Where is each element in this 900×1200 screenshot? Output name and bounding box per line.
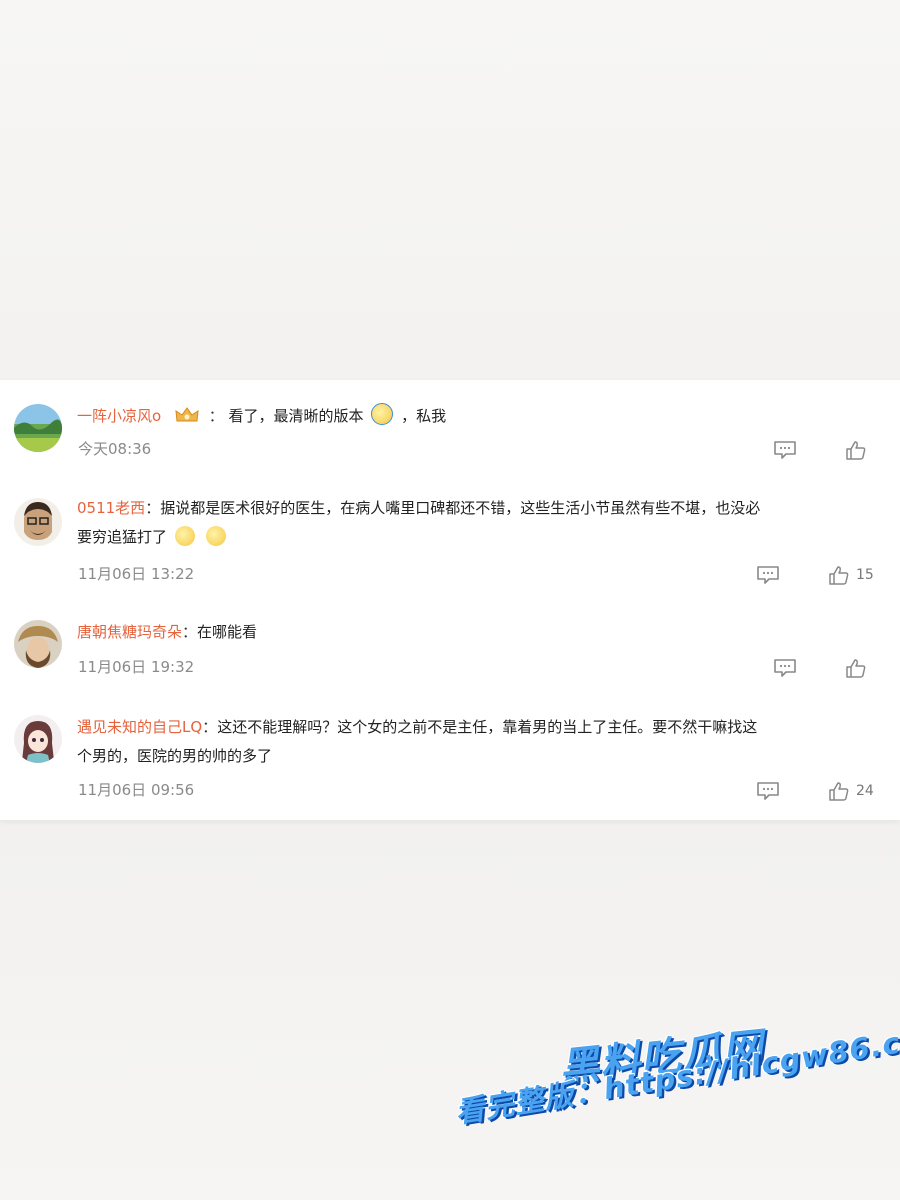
comment-text: 唐朝焦糖玛奇朵：在哪能看	[77, 618, 874, 647]
comment-body: 据说都是医术很好的医生，在病人嘴里口碑都还不错，这些生活小节虽然有些不堪，也没必	[160, 499, 761, 517]
separator: ：	[208, 407, 224, 425]
comment-item: 唐朝焦糖玛奇朵：在哪能看 11月06日 19:32	[0, 600, 900, 695]
emoji-icon	[371, 403, 394, 425]
separator: ：	[182, 623, 198, 641]
comment-text-line2: 个男的，医院的男的帅的多了	[77, 742, 874, 771]
reply-icon	[774, 441, 796, 459]
reply-button[interactable]	[773, 440, 797, 460]
username[interactable]: 唐朝焦糖玛奇朵	[77, 623, 182, 641]
reply-button[interactable]	[756, 781, 780, 801]
timestamp: 11月06日 19:32	[78, 658, 195, 676]
comment-text: 0511老西：据说都是医术很好的医生，在病人嘴里口碑都还不错，这些生活小节虽然有…	[77, 494, 874, 523]
emoji-icon	[205, 526, 226, 546]
reply-icon	[774, 659, 796, 677]
comment-body-cont: 个男的，医院的男的帅的多了	[77, 747, 273, 765]
separator: ：	[145, 499, 161, 517]
comment-item: 一阵小凉风o ： 看了，最清晰的版本 ，私我 今天08:36	[0, 380, 900, 480]
emoji-icon	[174, 526, 195, 546]
like-button[interactable]	[845, 440, 873, 460]
reply-icon	[757, 782, 779, 800]
avatar[interactable]	[14, 620, 62, 668]
like-button[interactable]: 15	[828, 565, 874, 585]
avatar[interactable]	[14, 498, 62, 546]
like-icon	[829, 782, 849, 801]
avatar[interactable]	[14, 404, 62, 452]
timestamp: 今天08:36	[78, 440, 152, 458]
like-icon	[846, 441, 866, 460]
reply-icon	[757, 566, 779, 584]
username[interactable]: 一阵小凉风o	[77, 407, 161, 425]
like-button[interactable]: 24	[828, 781, 874, 801]
comment-body-tail: ，私我	[401, 407, 447, 425]
bottom-background	[0, 820, 900, 1200]
like-count: 24	[856, 783, 874, 799]
top-background	[0, 0, 900, 380]
comment-item: 遇见未知的自己LQ：这还不能理解吗？这个女的之前不是主任，靠着男的当上了主任。要…	[0, 695, 900, 820]
comment-body: 看了，最清晰的版本	[228, 407, 364, 425]
comment-body: 在哪能看	[197, 623, 258, 641]
badge-icon	[174, 405, 200, 435]
username[interactable]: 0511老西	[77, 499, 145, 517]
avatar[interactable]	[14, 715, 62, 763]
reply-button[interactable]	[773, 658, 797, 678]
comment-text: 一阵小凉风o ： 看了，最清晰的版本 ，私我	[77, 402, 874, 435]
reply-button[interactable]	[756, 565, 780, 585]
like-button[interactable]	[845, 658, 873, 678]
comment-item: 0511老西：据说都是医术很好的医生，在病人嘴里口碑都还不错，这些生活小节虽然有…	[0, 480, 900, 600]
timestamp: 11月06日 09:56	[78, 781, 195, 799]
separator: ：	[202, 718, 218, 736]
comment-text-line2: 要穷追猛打了	[77, 523, 874, 552]
comment-text: 遇见未知的自己LQ：这还不能理解吗？这个女的之前不是主任，靠着男的当上了主任。要…	[77, 713, 874, 742]
like-count: 15	[856, 567, 874, 583]
username[interactable]: 遇见未知的自己LQ	[77, 718, 202, 736]
timestamp: 11月06日 13:22	[78, 565, 195, 583]
like-icon	[846, 659, 866, 678]
comment-body-cont: 要穷追猛打了	[77, 528, 168, 546]
comment-list: 一阵小凉风o ： 看了，最清晰的版本 ，私我 今天08:36 0511老西：据说…	[0, 380, 900, 820]
like-icon	[829, 566, 849, 585]
comment-body: 这还不能理解吗？这个女的之前不是主任，靠着男的当上了主任。要不然干嘛找这	[217, 718, 758, 736]
